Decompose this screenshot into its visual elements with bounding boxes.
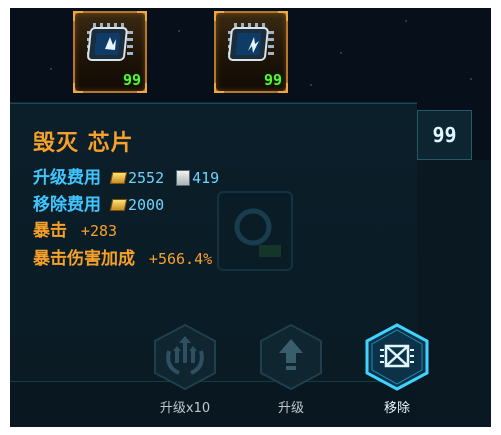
remove-cost-label: 移除费用: [33, 195, 101, 215]
crit-dmg-label: 暴击伤害加成: [33, 249, 135, 269]
upgrade-cost-scroll: 419: [192, 169, 220, 187]
cpu-chip-icon: [87, 23, 133, 61]
remove-chip-icon: [365, 323, 429, 391]
remove-cost-row: 移除费用 2000: [33, 190, 164, 215]
item-level-badge: 99: [417, 110, 472, 160]
chip-shadow-icon: [234, 208, 281, 257]
gold-coin-icon: [109, 172, 128, 184]
crit-dmg-row: 暴击伤害加成 +566.4%: [33, 244, 212, 269]
gold-coin-icon: [109, 199, 128, 211]
chip-slot-2[interactable]: 99: [214, 11, 288, 93]
item-count: 99: [122, 71, 141, 89]
upgrade-x10-label: 升级x10: [159, 401, 211, 416]
remove-cost-gold: 2000: [128, 196, 165, 214]
crit-label: 暴击: [33, 221, 67, 241]
upgrade-x10-icon: [154, 323, 216, 391]
crit-dmg-value: +566.4%: [148, 250, 213, 268]
game-screen: 99 99 99 毁灭 芯片 升级费用 2552 419 移除费用 2000 暴…: [10, 8, 491, 427]
upgrade-button[interactable]: 升级: [251, 321, 331, 416]
remove-label: 移除: [383, 401, 410, 416]
crit-row: 暴击 +283: [33, 216, 117, 241]
upgrade-cost-gold: 2552: [128, 169, 165, 187]
cpu-chip-icon: [228, 23, 274, 61]
upgrade-label: 升级: [277, 401, 304, 416]
remove-button[interactable]: 移除: [357, 321, 437, 416]
item-name: 毁灭 芯片: [33, 131, 134, 156]
item-count: 99: [263, 71, 282, 89]
faded-chip-slot: [217, 191, 293, 271]
upgrade-x10-button[interactable]: 升级x10: [145, 321, 225, 416]
upgrade-cost-row: 升级费用 2552 419: [33, 163, 219, 188]
chip-slot-1[interactable]: 99: [73, 11, 147, 93]
scroll-icon: [176, 170, 191, 186]
upgrade-cost-label: 升级费用: [33, 168, 101, 188]
upgrade-arrow-icon: [260, 323, 322, 391]
crit-value: +283: [80, 222, 118, 240]
